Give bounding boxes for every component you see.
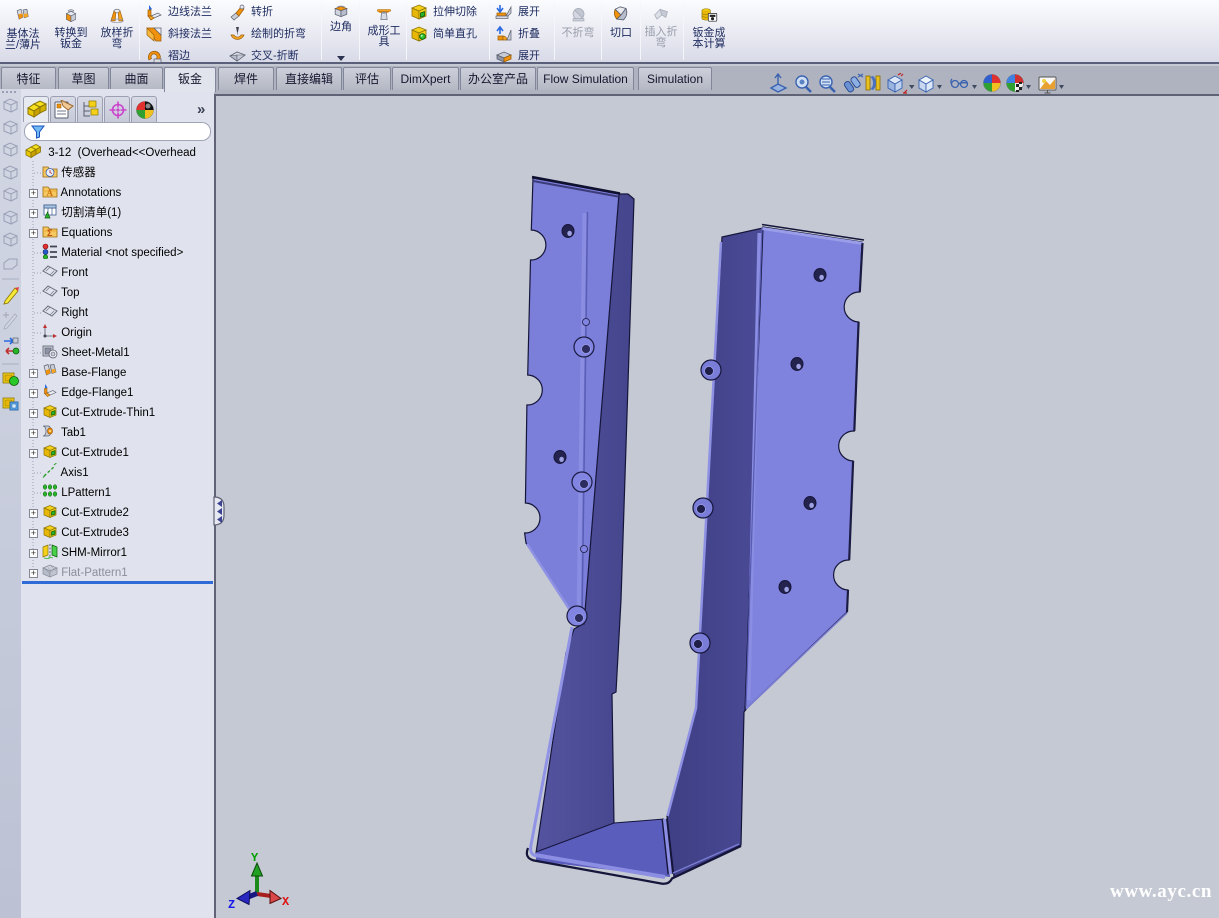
svg-text:Z: Z [228, 898, 235, 912]
svg-text:X: X [282, 895, 290, 909]
svg-text:Y: Y [251, 851, 259, 865]
